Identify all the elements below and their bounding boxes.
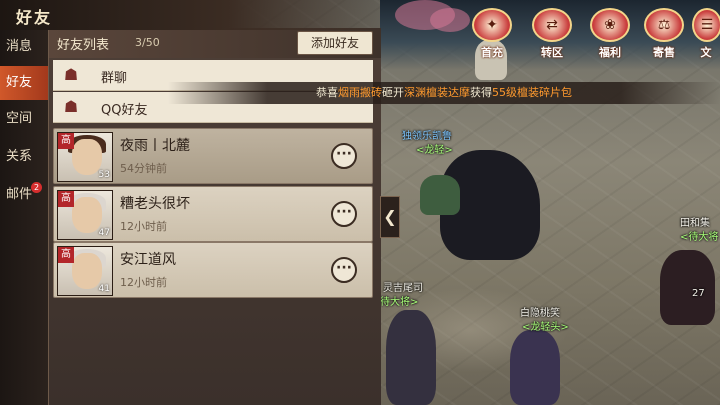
last-online: 54分钟前 [120,162,167,175]
more-options-button[interactable]: ··· [331,201,357,227]
avatar-face [72,197,102,233]
collapse-panel-button[interactable]: ❮ [380,196,400,238]
gift-icon: ✦ [472,8,512,42]
nav-item-messages[interactable]: 消息 [0,30,48,64]
ellipsis-icon: ··· [336,204,352,220]
welfare-label: 福利 [599,46,621,59]
ellipsis-icon: ··· [336,146,352,162]
tier-tag: 高 [58,191,74,207]
broadcast-text: 恭喜 [316,86,338,99]
server-transfer-label: 转区 [541,46,563,59]
scroll-icon: ☰ [692,8,720,42]
market-label: 寄售 [653,46,675,59]
transfer-icon: ⇄ [532,8,572,42]
market-icon: ⚖ [644,8,684,42]
qq-icon: ☗ [63,97,79,116]
broadcast-player: 烟雨搬砖 [338,86,382,99]
player-title: <龙轻> [416,145,453,156]
group-chat-label: 群聊 [101,71,128,86]
first-charge-label: 首充 [481,46,503,59]
nav-item-friends[interactable]: 好友 [0,66,48,100]
level-number: 41 [98,284,110,294]
nav-item-label: 消息 [6,39,33,54]
tier-tag: 高 [58,247,74,263]
broadcast-item: 深渊檀装达摩 [404,86,470,99]
nav-item-space[interactable]: 空间 [0,102,48,136]
qq-friends-label: QQ好友 [101,103,148,118]
player-name: 独领乐凯鲁 [402,131,452,142]
nav-item-label: 空间 [6,111,33,126]
scroll-button[interactable]: ☰ 文 [692,8,720,59]
more-options-button[interactable]: ··· [331,143,357,169]
tier-tag: 高 [58,133,74,149]
avatar: 高 41 [57,246,113,296]
friend-name: 糟老头很坏 [120,196,190,212]
nav-item-label: 关系 [6,149,33,164]
npc-name: 白隐桃笑 [520,308,560,319]
npc-character[interactable] [660,250,715,325]
npc-character[interactable] [386,310,436,405]
npc-name: 田和集 [680,218,710,229]
scroll-label: 文 [700,46,712,59]
last-online: 12小时前 [120,220,167,233]
more-options-button[interactable]: ··· [331,257,357,283]
system-broadcast: 恭喜烟雨搬砖砸开深渊檀装达摩获得55级檀装碎片包 [168,82,720,104]
player-character[interactable] [420,175,460,215]
welfare-icon: ❀ [590,8,630,42]
friend-row[interactable]: 高 47 糟老头很坏 12小时前 ··· [53,186,373,242]
friend-row[interactable]: 高 53 夜雨丨北麓 54分钟前 ··· [53,128,373,184]
first-charge-button[interactable]: ✦ 首充 [470,8,514,59]
friend-name: 安江道风 [120,252,176,268]
add-friend-button[interactable]: 添加好友 [297,31,373,55]
friend-row[interactable]: 高 41 安江道风 12小时前 ··· [53,242,373,298]
group-icon: ☗ [63,65,79,84]
level-number: 53 [98,170,110,180]
avatar: 高 47 [57,190,113,240]
avatar-face [72,139,102,175]
npc-name: 灵吉尾司 [383,283,423,294]
avatar: 高 53 [57,132,113,182]
broadcast-reward: 55级檀装碎片包 [492,86,572,99]
mail-unread-badge: 2 [31,182,42,193]
market-button[interactable]: ⚖ 寄售 [642,8,686,59]
npc-character[interactable] [510,330,560,405]
npc-title: <龙轻头> [522,322,569,333]
friend-list-title: 好友列表 [57,38,110,53]
friend-list-header: 好友列表 3/50 添加好友 [49,28,381,58]
broadcast-text: 砸开 [382,86,404,99]
blossom-tree [430,8,470,32]
nav-item-mail[interactable]: 邮件 2 [0,178,48,212]
server-transfer-button[interactable]: ⇄ 转区 [530,8,574,59]
npc-level: 27 [692,288,705,299]
friend-count: 3/50 [135,36,160,49]
window-titlebar: 好友 [0,0,380,30]
nav-item-relations[interactable]: 关系 [0,140,48,174]
welfare-button[interactable]: ❀ 福利 [588,8,632,59]
avatar-face [72,253,102,289]
window-title: 好友 [16,8,53,27]
npc-title: <待大将 [680,232,719,243]
last-online: 12小时前 [120,276,167,289]
ellipsis-icon: ··· [336,260,352,276]
nav-item-label: 邮件 [6,187,33,202]
level-number: 47 [98,228,110,238]
friend-name: 夜雨丨北麓 [120,138,190,154]
npc-title: 待大将> [380,297,419,308]
nav-item-label: 好友 [6,75,33,90]
broadcast-text: 获得 [470,86,492,99]
